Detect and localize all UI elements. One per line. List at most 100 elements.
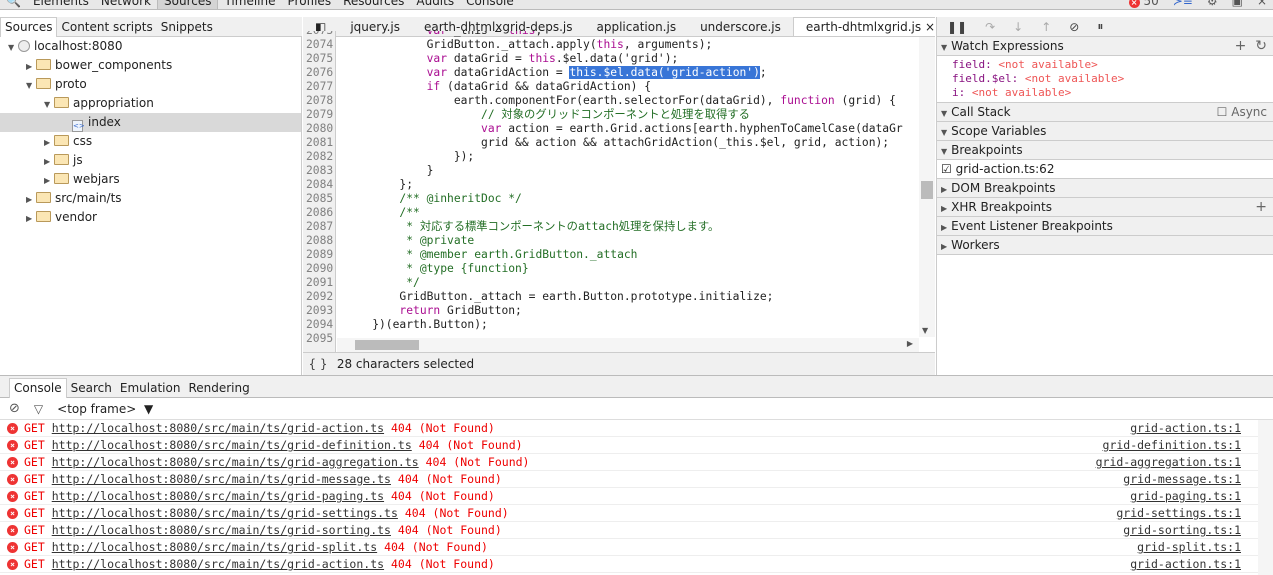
line-number[interactable]: 2086 [303, 206, 335, 220]
call-stack-header[interactable]: ▼ Call Stack ☐ Async [937, 103, 1273, 122]
source-link[interactable]: grid-split.ts:1 [1137, 539, 1241, 555]
dock-icon[interactable]: ▣ [1232, 0, 1243, 8]
scroll-thumb[interactable] [355, 340, 419, 350]
tree-item[interactable]: ▼ proto [0, 75, 301, 94]
source-link[interactable]: grid-message.ts:1 [1123, 471, 1241, 487]
collapsed-arrow-icon[interactable]: ▶ [44, 133, 54, 152]
source-link[interactable]: grid-aggregation.ts:1 [1096, 454, 1241, 470]
source-link[interactable]: grid-action.ts:1 [1130, 556, 1241, 572]
line-number[interactable]: 2074 [303, 38, 335, 52]
collapsed-arrow-icon[interactable]: ▶ [26, 57, 36, 76]
step-out-icon[interactable]: ↑ [1041, 20, 1051, 34]
tree-item[interactable]: ▼ appropriation [0, 94, 301, 113]
expanded-arrow-icon[interactable]: ▼ [44, 95, 54, 114]
tree-item[interactable]: ▶ css [0, 132, 301, 151]
tab-elements[interactable]: Elements [27, 0, 95, 9]
tree-item[interactable]: ▶ js [0, 151, 301, 170]
tab-timeline[interactable]: Timeline [218, 0, 281, 9]
code-editor[interactable]: 2073 var _this = this;2074 GridButton._a… [303, 31, 935, 352]
line-number[interactable]: 2089 [303, 248, 335, 262]
error-counter[interactable]: × 50 [1128, 0, 1159, 8]
close-icon[interactable]: × [1257, 0, 1267, 8]
navigator-tab[interactable]: Content scripts [57, 18, 156, 37]
watch-expressions-header[interactable]: ▼ Watch Expressions + ↻ [937, 37, 1273, 56]
breakpoint-checkbox[interactable]: ☑ [941, 162, 952, 176]
step-into-icon[interactable]: ↓ [1013, 20, 1023, 34]
scope-variables-header[interactable]: ▼ Scope Variables [937, 122, 1273, 141]
request-url-link[interactable]: http://localhost:8080/src/main/ts/grid-s… [52, 506, 398, 520]
breakpoint-item[interactable]: ☑ grid-action.ts:62 [937, 160, 1273, 179]
source-link[interactable]: grid-sorting.ts:1 [1123, 522, 1241, 538]
deactivate-breakpoints-icon[interactable]: ⊘ [1069, 20, 1079, 34]
line-number[interactable]: 2079 [303, 108, 335, 122]
line-number[interactable]: 2080 [303, 122, 335, 136]
expanded-arrow-icon[interactable]: ▼ [8, 38, 18, 57]
tree-item[interactable]: ▶ vendor [0, 208, 301, 227]
request-url-link[interactable]: http://localhost:8080/src/main/ts/grid-a… [52, 557, 384, 571]
console-drawer-icon[interactable]: ≻≡ [1173, 0, 1193, 8]
editor-vertical-scrollbar[interactable]: ▼ [919, 37, 935, 337]
request-url-link[interactable]: http://localhost:8080/src/main/ts/grid-a… [52, 421, 384, 435]
drawer-tab-rendering[interactable]: Rendering [184, 379, 253, 398]
collapsed-arrow-icon[interactable]: ▶ [26, 209, 36, 228]
drawer-tab-emulation[interactable]: Emulation [116, 379, 185, 398]
tree-item[interactable]: ▶ webjars [0, 170, 301, 189]
event-listener-breakpoints-header[interactable]: ▶ Event Listener Breakpoints [937, 217, 1273, 236]
gear-icon[interactable]: ⚙ [1207, 0, 1218, 8]
dom-breakpoints-header[interactable]: ▶ DOM Breakpoints [937, 179, 1273, 198]
tab-resources[interactable]: Resources [337, 0, 410, 9]
navigator-tab[interactable]: Sources [0, 17, 58, 37]
line-number[interactable]: 2081 [303, 136, 335, 150]
tree-item[interactable]: ▶ bower_components [0, 56, 301, 75]
watch-expression[interactable]: i: <not available> [937, 86, 1273, 100]
collapsed-arrow-icon[interactable]: ▶ [44, 152, 54, 171]
scroll-thumb[interactable] [921, 181, 933, 199]
scroll-down-icon[interactable]: ▼ [922, 326, 928, 335]
frame-selector[interactable]: <top frame> ▼ [57, 402, 153, 416]
line-number[interactable]: 2091 [303, 276, 335, 290]
line-number[interactable]: 2077 [303, 80, 335, 94]
line-number[interactable]: 2082 [303, 150, 335, 164]
collapsed-arrow-icon[interactable]: ▶ [44, 171, 54, 190]
clear-console-icon[interactable]: ⊘ [9, 401, 20, 416]
tab-console[interactable]: Console [460, 0, 520, 9]
request-url-link[interactable]: http://localhost:8080/src/main/ts/grid-p… [52, 489, 384, 503]
drawer-tab-search[interactable]: Search [67, 379, 116, 398]
line-number[interactable]: 2084 [303, 178, 335, 192]
line-number[interactable]: 2085 [303, 192, 335, 206]
request-url-link[interactable]: http://localhost:8080/src/main/ts/grid-s… [52, 540, 377, 554]
tab-network[interactable]: Network [95, 0, 157, 9]
async-checkbox[interactable]: ☐ Async [1217, 103, 1267, 121]
line-number[interactable]: 2095 [303, 332, 335, 346]
line-number[interactable]: 2090 [303, 262, 335, 276]
drawer-tab-console[interactable]: Console [9, 378, 67, 398]
add-watch-icon[interactable]: + ↻ [1235, 37, 1267, 55]
pause-on-exceptions-icon[interactable]: ⏸ [1097, 19, 1103, 34]
line-number[interactable]: 2094 [303, 318, 335, 332]
breakpoints-header[interactable]: ▼ Breakpoints [937, 141, 1273, 160]
source-link[interactable]: grid-definition.ts:1 [1103, 437, 1241, 453]
tab-profiles[interactable]: Profiles [282, 0, 338, 9]
tab-audits[interactable]: Audits [410, 0, 460, 9]
request-url-link[interactable]: http://localhost:8080/src/main/ts/grid-a… [52, 455, 419, 469]
line-number[interactable]: 2076 [303, 66, 335, 80]
watch-expression[interactable]: field: <not available> [937, 58, 1273, 72]
add-xhr-breakpoint-icon[interactable]: + [1255, 198, 1267, 216]
source-link[interactable]: grid-paging.ts:1 [1130, 488, 1241, 504]
source-link[interactable]: grid-settings.ts:1 [1116, 505, 1241, 521]
line-number[interactable]: 2083 [303, 164, 335, 178]
expanded-arrow-icon[interactable]: ▼ [26, 76, 36, 95]
source-link[interactable]: grid-action.ts:1 [1130, 420, 1241, 436]
line-number[interactable]: 2092 [303, 290, 335, 304]
line-number[interactable]: 2087 [303, 220, 335, 234]
navigator-tab[interactable]: Snippets [157, 18, 217, 37]
xhr-breakpoints-header[interactable]: ▶ XHR Breakpoints + [937, 198, 1273, 217]
step-over-icon[interactable]: ↷ [985, 20, 995, 34]
workers-header[interactable]: ▶ Workers [937, 236, 1273, 255]
filter-icon[interactable]: ▽ [34, 402, 43, 416]
search-icon[interactable]: 🔍 [0, 0, 27, 9]
tab-sources[interactable]: Sources [157, 0, 219, 10]
request-url-link[interactable]: http://localhost:8080/src/main/ts/grid-s… [52, 523, 391, 537]
console-scrollbar[interactable] [1258, 420, 1273, 575]
line-number[interactable]: 2073 [303, 31, 335, 38]
